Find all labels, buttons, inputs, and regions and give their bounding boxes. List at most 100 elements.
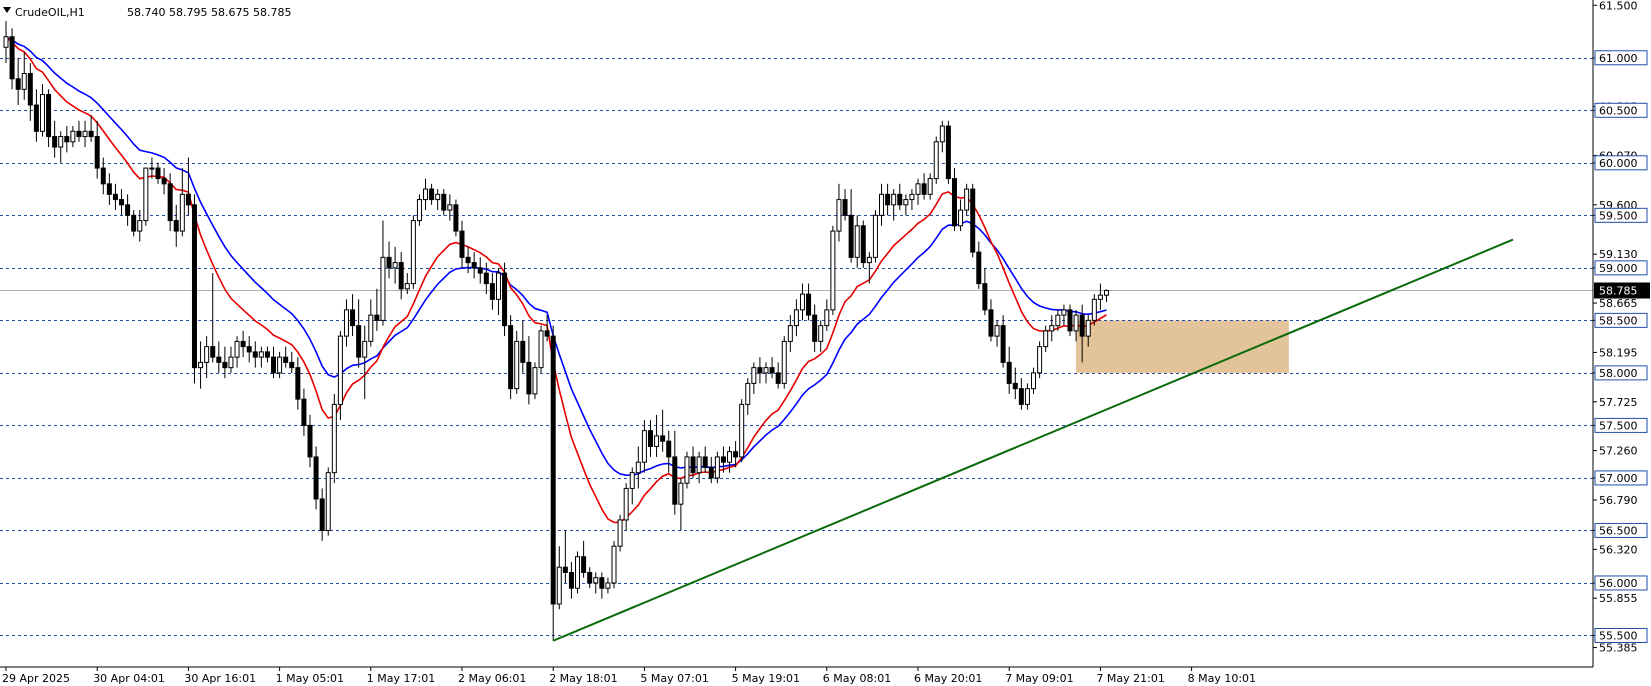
candle-body-bear xyxy=(970,188,976,253)
candle-body-bull xyxy=(787,325,793,342)
candle-body-bull xyxy=(149,167,155,170)
price-chart[interactable]: 61.50061.00060.53560.50060.07060.00059.6… xyxy=(0,0,1651,686)
candle-body-bull xyxy=(532,367,538,395)
price-tick-label: 58.500 xyxy=(1599,314,1638,327)
candle-body-bull xyxy=(258,351,264,358)
candle-body-bear xyxy=(471,262,477,269)
candle-body-bear xyxy=(757,367,763,374)
price-tick: 59.000 xyxy=(1593,260,1648,276)
candle-body-bull xyxy=(228,356,234,369)
candle-body-bear xyxy=(842,199,848,216)
price-tick: 58.000 xyxy=(1593,365,1648,381)
time-tick-label: 2 May 18:01 xyxy=(549,672,617,685)
price-tick-label: 56.320 xyxy=(1599,543,1638,556)
candle-body-bull xyxy=(593,577,599,584)
candle-body-bull xyxy=(392,262,398,269)
candle-body-bull xyxy=(325,472,331,531)
candle-body-bull xyxy=(684,456,690,484)
candle-body-bear xyxy=(483,272,489,285)
candle-body-bull xyxy=(727,451,733,463)
chart-window: 61.50061.00060.53560.50060.07060.00059.6… xyxy=(0,0,1651,686)
candle xyxy=(970,183,976,258)
candle xyxy=(538,325,544,373)
candle-body-bull xyxy=(799,293,805,311)
candle-body-bear xyxy=(283,356,289,363)
candle xyxy=(508,315,514,400)
price-tick: 59.500 xyxy=(1593,207,1648,223)
candle-body-bull xyxy=(1103,289,1109,296)
price-tick: 55.855 xyxy=(1593,592,1638,605)
time-tick-label: 30 Apr 04:01 xyxy=(93,672,165,685)
candle-body-bear xyxy=(599,577,605,589)
symbol-label: CrudeOIL,H1 xyxy=(15,6,85,19)
candle-body-bear xyxy=(429,188,435,201)
candle-body-bear xyxy=(222,361,228,369)
candle-body-bear xyxy=(46,94,52,138)
candle-body-bull xyxy=(611,545,617,584)
candle-body-bear xyxy=(897,193,903,206)
candle-body-bull xyxy=(380,256,386,321)
candle-body-bear xyxy=(1000,325,1006,363)
candle-body-bear xyxy=(544,330,550,337)
candle-body-bull xyxy=(538,330,544,369)
candle-body-bear xyxy=(812,314,818,342)
candle-body-bull xyxy=(915,183,921,195)
price-tick: 58.500 xyxy=(1593,312,1648,328)
price-tick-label: 55.500 xyxy=(1599,629,1638,642)
candle-body-bear xyxy=(1067,309,1073,332)
time-tick-label: 8 May 10:01 xyxy=(1188,672,1256,685)
candle-body-bull xyxy=(58,136,64,148)
price-tick-label: 60.500 xyxy=(1599,104,1638,117)
candle-body-bull xyxy=(204,346,210,363)
candle-body-bear xyxy=(976,251,982,285)
candle xyxy=(830,225,836,316)
candle xyxy=(550,325,556,641)
candle-body-bear xyxy=(647,430,653,447)
candle-body-bear xyxy=(350,309,356,327)
candle-body-bear xyxy=(52,136,58,148)
candle-body-bear xyxy=(15,78,21,90)
candle xyxy=(502,262,508,337)
candle-body-bull xyxy=(514,340,520,390)
candle-body-bear xyxy=(191,204,197,369)
candle-body-bull xyxy=(331,403,337,474)
price-tick: 57.500 xyxy=(1593,417,1648,433)
candle-body-bear xyxy=(295,367,301,400)
candle-body-bull xyxy=(447,204,453,211)
candle-body-bear xyxy=(64,136,70,143)
candle-body-bear xyxy=(568,571,574,589)
candle-body-bull xyxy=(337,335,343,405)
candle-body-bull xyxy=(277,356,283,374)
time-tick-label: 5 May 19:01 xyxy=(732,672,800,685)
candle-body-bull xyxy=(763,367,769,374)
candle-body-bear xyxy=(520,340,526,363)
candle xyxy=(143,167,149,226)
candle-body-bear xyxy=(806,293,812,316)
candle-body-bear xyxy=(951,178,957,227)
candle-body-bull xyxy=(39,94,45,132)
candle-body-bull xyxy=(830,230,836,311)
price-tick: 60.500 xyxy=(1593,102,1648,118)
candle-body-bear xyxy=(161,178,167,185)
candle-body-bear xyxy=(581,556,587,573)
candle-body-bull xyxy=(891,193,897,206)
candle xyxy=(617,514,623,552)
candle-body-bear xyxy=(131,214,137,232)
price-tick: 57.725 xyxy=(1593,396,1638,409)
candle-body-bull xyxy=(854,225,860,258)
candle-body-bull xyxy=(635,461,641,474)
candle xyxy=(191,194,197,384)
candle-body-bull xyxy=(781,340,787,384)
candle-body-bull xyxy=(1055,314,1061,327)
candle xyxy=(684,451,690,489)
candle-body-bear xyxy=(356,325,362,358)
price-tick: 57.260 xyxy=(1593,445,1638,458)
candle-body-bull xyxy=(836,199,842,232)
candle-body-bull xyxy=(404,283,410,290)
time-tick-label: 1 May 05:01 xyxy=(276,672,344,685)
candle-body-bull xyxy=(423,188,429,201)
candle-body-bull xyxy=(1091,298,1097,321)
price-tick: 56.000 xyxy=(1593,575,1648,591)
price-tick: 55.385 xyxy=(1593,642,1638,655)
candle-body-bear xyxy=(27,73,33,106)
